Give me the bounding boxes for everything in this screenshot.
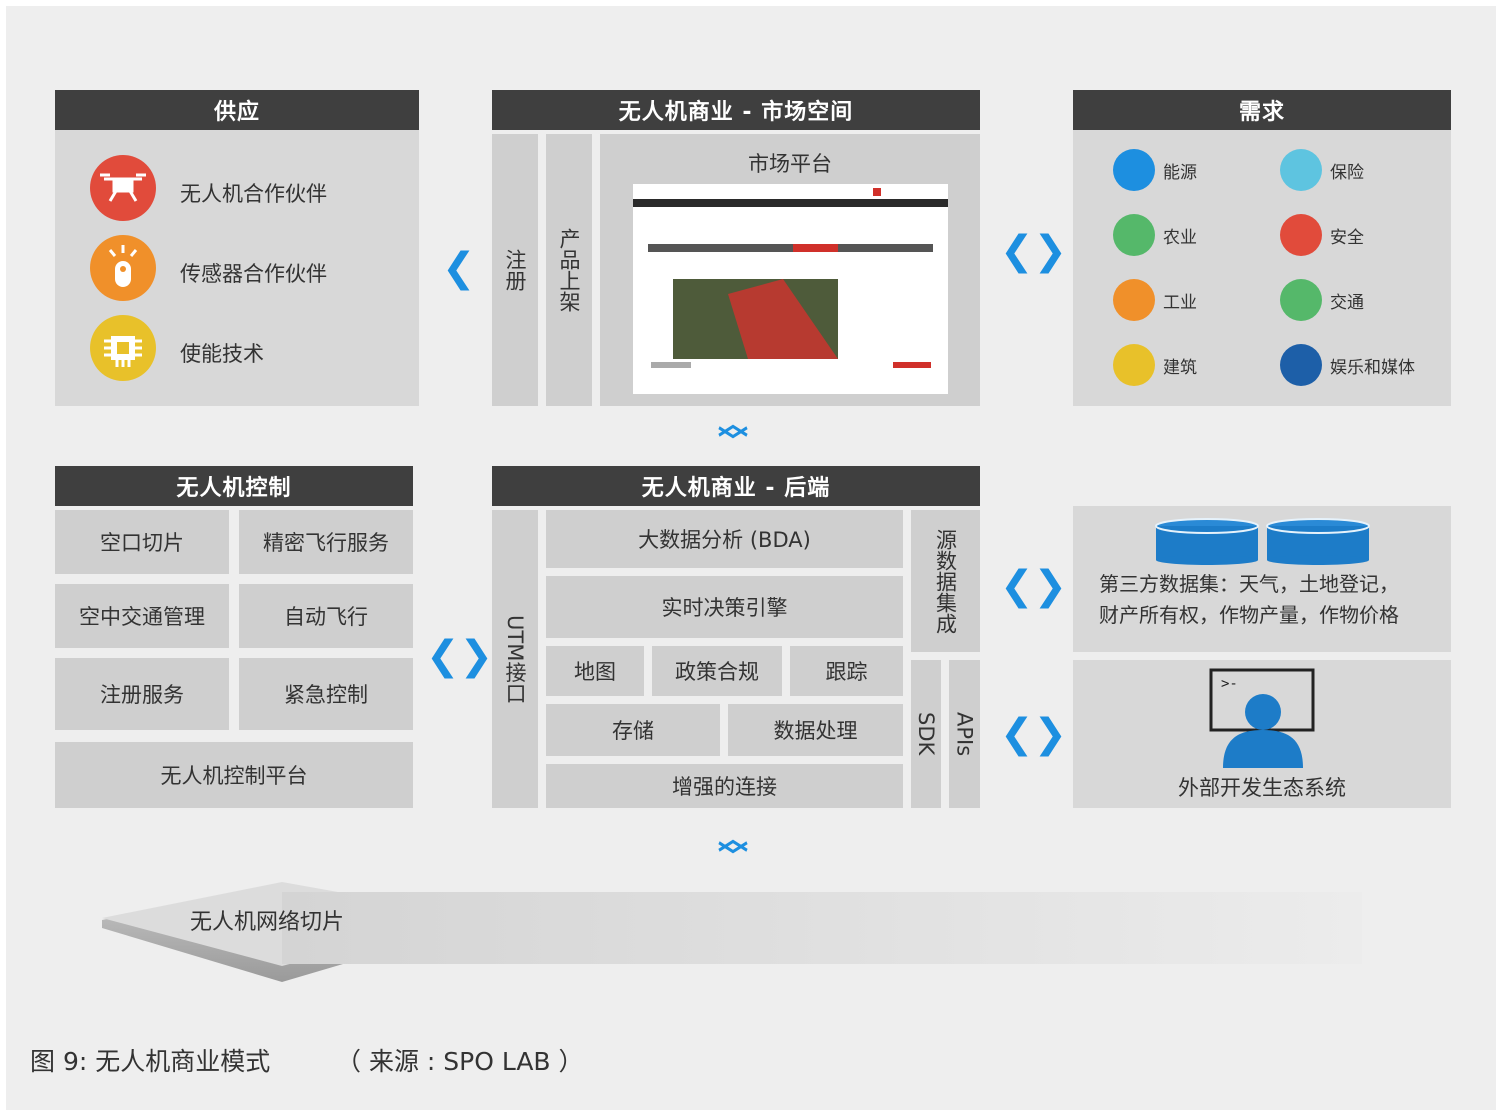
- backend-title: 无人机商业 - 后端: [492, 466, 980, 506]
- network-slice-label: 无人机网络切片: [190, 910, 345, 935]
- figure-caption: 图 9: 无人机商业模式: [30, 1047, 271, 1076]
- tractor-icon: [1113, 214, 1155, 256]
- demand-item: 安全: [1280, 213, 1364, 257]
- chevron-up-down-icon: ︿ ﹀: [718, 407, 748, 460]
- factory-icon: [1113, 279, 1155, 321]
- film-icon: [1280, 344, 1322, 386]
- camera-icon: [1280, 214, 1322, 256]
- market-panel: 无人机商业 - 市场空间 注册 产品上架 市场平台: [492, 90, 980, 406]
- control-cell: 精密飞行服务: [239, 510, 413, 574]
- utm-label: UTM接口: [503, 614, 527, 704]
- supply-item-label: 使能技术: [180, 342, 264, 366]
- chevron-left-right-icon: ❮❯: [1000, 711, 1068, 757]
- chevron-left-right-icon: ❮❯: [426, 633, 494, 679]
- demand-item: 农业: [1113, 213, 1197, 257]
- chevron-up-down-icon: ︿ ﹀: [718, 822, 748, 875]
- register-column: 注册: [492, 134, 538, 406]
- backend-panel: 无人机商业 - 后端 UTM接口 大数据分析 (BDA) 实时决策引擎 地图 政…: [492, 466, 980, 808]
- decision-cell: 实时决策引擎: [546, 576, 903, 638]
- demand-item: 工业: [1113, 278, 1197, 322]
- connect-cell: 增强的连接: [546, 764, 903, 808]
- figure-source: （ 来源 : SPO LAB ）: [336, 1047, 584, 1076]
- marketplace-area: 市场平台: [600, 134, 980, 406]
- chevron-left-icon: ❮: [442, 245, 476, 291]
- chevron-left-right-icon: ❮❯: [1000, 563, 1068, 609]
- wind-turbine-icon: [1113, 149, 1155, 191]
- third-party-text: 财产所有权，作物产量，作物价格: [1099, 603, 1399, 627]
- utm-column: UTM接口: [492, 510, 538, 808]
- supply-title: 供应: [55, 90, 419, 130]
- supply-item-label: 传感器合作伙伴: [180, 262, 327, 286]
- third-party-panel: 第三方数据集：天气，土地登记， 财产所有权，作物产量，作物价格: [1073, 506, 1451, 652]
- train-icon: [1280, 279, 1322, 321]
- demand-item: 建筑: [1113, 343, 1197, 387]
- apis-label: APIs: [952, 711, 977, 757]
- demand-title: 需求: [1073, 90, 1451, 130]
- control-cell: 注册服务: [55, 658, 229, 730]
- control-panel: 无人机控制 空口切片 精密飞行服务 空中交通管理 自动飞行 注册服务 紧急控制 …: [55, 466, 413, 808]
- apis-column: APIs: [949, 660, 980, 808]
- policy-cell: 政策合规: [652, 646, 782, 696]
- sensor-icon: [90, 235, 156, 301]
- shield-icon: [1280, 149, 1322, 191]
- control-platform: 无人机控制平台: [55, 742, 413, 808]
- source-label: 源数据集成: [933, 528, 958, 634]
- network-slice-bar: 无人机网络切片: [102, 882, 1366, 992]
- supply-panel: 供应 无人机合作伙伴 传感器合作伙伴 使能技术: [55, 90, 419, 406]
- diagram-canvas: 供应 无人机合作伙伴 传感器合作伙伴 使能技术 ❮ 无人机商业 - 市场空间 注…: [6, 6, 1496, 1110]
- map-cell: 地图: [546, 646, 644, 696]
- third-party-text: 第三方数据集：天气，土地登记，: [1099, 572, 1399, 596]
- ecosystem-label: 外部开发生态系统: [1178, 776, 1346, 800]
- demand-item: 交通: [1280, 278, 1364, 322]
- demand-item: 娱乐和媒体: [1280, 343, 1415, 387]
- control-cell: 空口切片: [55, 510, 229, 574]
- ecosystem-panel: >- 外部开发生态系统: [1073, 660, 1451, 808]
- chip-icon: [90, 315, 156, 381]
- supply-item-label: 无人机合作伙伴: [180, 182, 327, 206]
- source-column: 源数据集成: [911, 510, 980, 652]
- storage-cell: 存储: [546, 704, 720, 756]
- marketplace-screenshot: [633, 184, 948, 394]
- sdk-column: SDK: [911, 660, 941, 808]
- control-cell: 自动飞行: [239, 584, 413, 648]
- track-cell: 跟踪: [790, 646, 903, 696]
- bda-cell: 大数据分析 (BDA): [546, 510, 903, 568]
- control-cell: 紧急控制: [239, 658, 413, 730]
- control-title: 无人机控制: [55, 466, 413, 506]
- drone-icon: [90, 155, 156, 221]
- listing-label: 产品上架: [557, 228, 581, 312]
- sdk-label: SDK: [914, 712, 938, 756]
- market-title: 无人机商业 - 市场空间: [492, 90, 980, 130]
- demand-item: 能源: [1113, 148, 1197, 192]
- chevron-left-right-icon: ❮❯: [1000, 228, 1068, 274]
- listing-column: 产品上架: [546, 134, 592, 406]
- demand-item: 保险: [1280, 148, 1364, 192]
- processing-cell: 数据处理: [728, 704, 903, 756]
- database-icon: [1155, 518, 1371, 570]
- demand-panel: 需求 能源 保险 农业 安全 工业 交通 建筑 娱乐和媒体: [1073, 90, 1451, 406]
- marketplace-title: 市场平台: [748, 152, 832, 176]
- register-label: 注册: [503, 249, 527, 291]
- terminal-prompt: >-: [1221, 676, 1238, 692]
- control-cell: 空中交通管理: [55, 584, 229, 648]
- cone-icon: [1113, 344, 1155, 386]
